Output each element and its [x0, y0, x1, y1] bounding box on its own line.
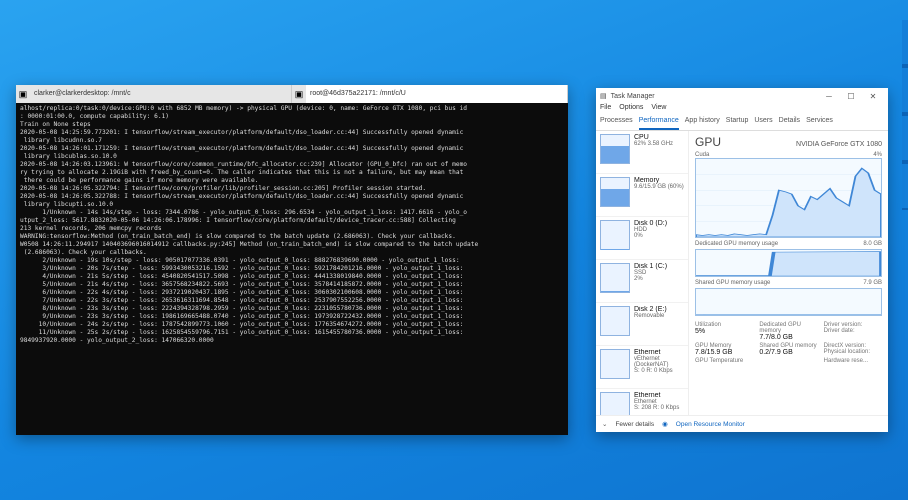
sidebar-item-sub: Removable [634, 313, 684, 319]
sidebar-item-disk-0-d-[interactable]: Disk 0 (D:)HDD0% [596, 217, 688, 260]
sidebar-item-label: Ethernet [634, 392, 684, 399]
gpu-heading: GPU [695, 135, 721, 149]
tab-startup[interactable]: Startup [726, 116, 749, 130]
tab-app-history[interactable]: App history [685, 116, 720, 130]
dedmem-chart-right: 8.0 GB [863, 241, 882, 247]
tab-processes[interactable]: Processes [600, 116, 633, 130]
mini-graph [600, 263, 630, 293]
close-button[interactable]: ✕ [862, 92, 884, 101]
gpu-pane: GPU NVIDIA GeForce GTX 1080 Cuda4% Dedic… [689, 131, 888, 415]
mini-graph [600, 392, 630, 415]
dedmem-label: Dedicated GPU memory [759, 322, 817, 334]
sidebar-item-disk-2-e-[interactable]: Disk 2 (E:)Removable [596, 303, 688, 346]
menu-options[interactable]: Options [619, 104, 643, 116]
task-manager-icon: ▤ [600, 92, 607, 100]
fewer-details-link[interactable]: Fewer details [615, 421, 654, 428]
dedmem-chart-label: Dedicated GPU memory usage [695, 241, 778, 247]
open-resource-monitor-link[interactable]: Open Resource Monitor [676, 421, 745, 428]
maximize-button[interactable]: ☐ [840, 92, 862, 101]
tab-bar: Processes Performance App history Startup Us… [596, 116, 888, 131]
sidebar-item-label: Ethernet [634, 349, 684, 356]
drvdate-label: Driver date: [824, 328, 882, 334]
chevron-down-icon[interactable]: ⌄ [602, 420, 607, 428]
dedmem-chart[interactable] [695, 249, 882, 277]
menu-bar: File Options View [596, 104, 888, 116]
temp-label: GPU Temperature [695, 358, 753, 364]
dedmem-value: 7.7/8.0 GB [759, 334, 817, 341]
sidebar-item-sub: HDD0% [634, 227, 684, 239]
sidebar-item-label: Disk 2 (E:) [634, 306, 684, 313]
shmem-value: 0.2/7.9 GB [759, 349, 817, 356]
mini-graph [600, 306, 630, 336]
gpu-name: NVIDIA GeForce GTX 1080 [796, 141, 882, 148]
task-manager-window: ▤ Task Manager ─ ☐ ✕ File Options View Pro… [596, 88, 888, 432]
menu-view[interactable]: View [651, 104, 666, 116]
sidebar-item-memory[interactable]: Memory9.6/15.9 GB (60%) [596, 174, 688, 217]
hw-label: Hardware rese... [824, 358, 882, 364]
terminal-tabbar: ▣ clarker@clarkerdesktop: /mnt/c ▣ root@… [16, 85, 568, 103]
sidebar-item-sub: EthernetS: 208 R: 0 Kbps [634, 399, 684, 411]
tab-details[interactable]: Details [779, 116, 800, 130]
shmem-chart-label: Shared GPU memory usage [695, 280, 770, 286]
sidebar-item-ethernet[interactable]: EthernetEthernetS: 208 R: 0 Kbps [596, 389, 688, 415]
penguin-icon: ▣ [16, 85, 30, 103]
monitor-icon: ◉ [662, 420, 668, 428]
sidebar-item-label: CPU [634, 134, 684, 141]
tab-services[interactable]: Services [806, 116, 833, 130]
terminal-window: ▣ clarker@clarkerdesktop: /mnt/c ▣ root@… [16, 85, 568, 435]
sidebar-item-label: Memory [634, 177, 684, 184]
shmem-chart[interactable] [695, 288, 882, 316]
sidebar-item-label: Disk 0 (D:) [634, 220, 684, 227]
gpu-stats: Utilization5% Dedicated GPU memory7.7/8.… [695, 322, 882, 364]
util-value: 5% [695, 328, 753, 335]
loc-label: Physical location: [824, 349, 882, 355]
window-title: Task Manager [611, 93, 818, 100]
terminal-tab-2[interactable]: root@46d375a22171: /mnt/c/U [306, 85, 568, 103]
cuda-chart[interactable] [695, 158, 882, 238]
terminal-output[interactable]: alhost/replica:0/task:0/device:GPU:0 wit… [16, 103, 568, 439]
gpumem-value: 7.8/15.9 GB [695, 349, 753, 356]
perf-sidebar: CPU62% 3.58 GHzMemory9.6/15.9 GB (60%)Di… [596, 131, 689, 415]
tab-performance[interactable]: Performance [639, 116, 679, 130]
sidebar-item-label: Disk 1 (C:) [634, 263, 684, 270]
shmem-chart-right: 7.9 GB [863, 280, 882, 286]
mini-graph [600, 220, 630, 250]
terminal-tab-1[interactable]: clarker@clarkerdesktop: /mnt/c [30, 85, 292, 103]
minimize-button[interactable]: ─ [818, 92, 840, 101]
sidebar-item-sub: vEthernet (DockerNAT)S: 0 R: 0 Kbps [634, 356, 684, 374]
tab-users[interactable]: Users [754, 116, 772, 130]
mini-graph [600, 134, 630, 164]
penguin-icon: ▣ [292, 85, 306, 103]
mini-graph [600, 177, 630, 207]
sidebar-item-sub: 62% 3.58 GHz [634, 141, 684, 147]
sidebar-item-disk-1-c-[interactable]: Disk 1 (C:)SSD2% [596, 260, 688, 303]
sidebar-item-sub: 9.6/15.9 GB (60%) [634, 184, 684, 190]
sidebar-item-cpu[interactable]: CPU62% 3.58 GHz [596, 131, 688, 174]
menu-file[interactable]: File [600, 104, 611, 116]
mini-graph [600, 349, 630, 379]
sidebar-item-ethernet[interactable]: EthernetvEthernet (DockerNAT)S: 0 R: 0 K… [596, 346, 688, 389]
sidebar-item-sub: SSD2% [634, 270, 684, 282]
